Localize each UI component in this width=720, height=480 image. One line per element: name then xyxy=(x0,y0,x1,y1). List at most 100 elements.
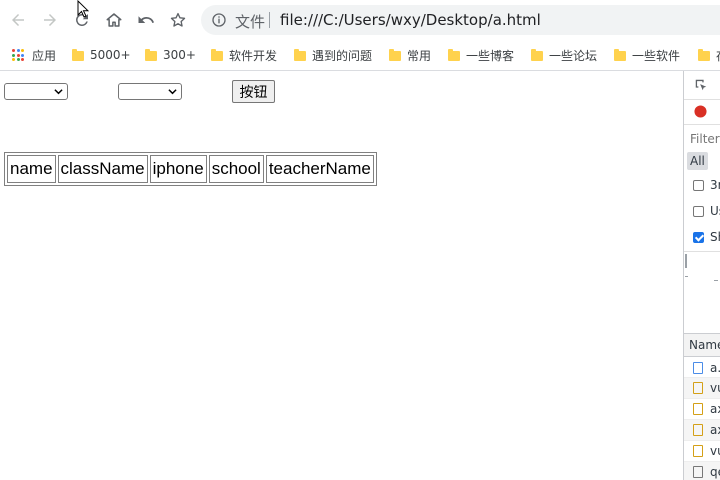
name-column-header[interactable]: Name xyxy=(684,333,720,357)
request-name: vu xyxy=(710,444,720,458)
table-header-row: name className iphone school teacherName xyxy=(7,155,374,183)
request-name: a. xyxy=(710,361,720,375)
request-name: ax xyxy=(710,423,720,437)
request-row[interactable]: vu xyxy=(684,378,720,399)
bookmark-label: 一些论坛 xyxy=(549,48,598,63)
type-filter-row: All xyxy=(684,151,720,173)
option-label: Sh xyxy=(710,230,720,244)
request-row[interactable]: ax xyxy=(684,399,720,420)
timeline-marker xyxy=(714,280,718,281)
arrow-right-icon xyxy=(44,14,56,26)
script-file-icon xyxy=(693,403,703,415)
request-name: qe xyxy=(710,465,720,479)
script-file-icon xyxy=(693,445,703,457)
bookmark-folder[interactable]: 300+ xyxy=(145,47,196,63)
request-row[interactable]: a. xyxy=(684,358,720,378)
inspect-element-icon[interactable] xyxy=(694,78,708,92)
bookmark-label: 5000+ xyxy=(90,48,131,62)
folder-icon xyxy=(698,49,710,61)
bookmark-label: 软件开发 xyxy=(229,48,278,63)
address-bar[interactable]: 文件 file:///C:/Users/wxy/Desktop/a.html xyxy=(201,5,720,35)
url-scheme-label: 文件 xyxy=(235,13,266,31)
option-checkbox[interactable] xyxy=(693,206,704,217)
devtools-panel: Filter All 3r Us Sh Name a. vu ax ax vu xyxy=(683,71,720,480)
bookmark-label: 应用 xyxy=(32,48,57,63)
folder-icon xyxy=(294,49,306,61)
folder-icon xyxy=(145,49,157,61)
action-button[interactable]: 按钮 xyxy=(232,80,275,103)
select-2[interactable] xyxy=(118,83,182,100)
home-button[interactable] xyxy=(102,8,126,32)
star-icon xyxy=(170,12,186,27)
record-row xyxy=(684,99,720,123)
select-1[interactable] xyxy=(4,83,68,100)
folder-icon xyxy=(211,49,223,61)
script-file-icon xyxy=(693,424,703,436)
column-header-iphone: iphone xyxy=(149,155,207,183)
filter-all-tab[interactable]: All xyxy=(687,152,708,170)
forward-button[interactable] xyxy=(38,8,62,32)
arrow-left-icon xyxy=(12,14,24,26)
name-header-label: Name xyxy=(689,338,720,352)
bookmark-folder[interactable]: 5000+ xyxy=(72,47,131,63)
bookmark-label: 存 xyxy=(716,47,720,64)
request-row[interactable]: ax xyxy=(684,420,720,441)
url-text[interactable]: file:///C:/Users/wxy/Desktop/a.html xyxy=(280,11,541,29)
bookmark-folder[interactable]: 软件开发 xyxy=(211,47,277,63)
option-label: 3r xyxy=(710,178,720,192)
chevron-down-icon xyxy=(168,89,177,95)
request-row[interactable]: vu xyxy=(684,441,720,462)
bookmark-folder[interactable]: 遇到的问题 xyxy=(294,47,372,63)
bookmark-folder[interactable]: 一些论坛 xyxy=(531,47,597,63)
timeline-marker xyxy=(685,254,687,268)
bookmark-apps[interactable]: 应用 xyxy=(12,47,56,63)
overview-timeline[interactable] xyxy=(684,251,720,333)
info-icon[interactable] xyxy=(211,12,227,28)
address-separator xyxy=(269,12,270,28)
request-name: ax xyxy=(710,402,720,416)
home-icon xyxy=(106,13,122,27)
chevron-down-icon xyxy=(54,89,63,95)
option-checkbox[interactable] xyxy=(693,180,704,191)
column-header-teachername: teacherName xyxy=(265,155,374,183)
bookmarks-bar: 应用 5000+ 300+ 软件开发 遇到的问题 常用 一些博客 一些论坛 一些… xyxy=(0,40,720,71)
request-name: vu xyxy=(710,381,720,395)
column-header-name: name xyxy=(7,155,56,183)
request-row[interactable]: qe xyxy=(684,462,720,480)
bookmark-label: 遇到的问题 xyxy=(312,48,373,63)
page-content: 按钮 name className iphone school teacherN… xyxy=(0,71,683,480)
folder-icon xyxy=(72,49,84,61)
filter-input[interactable]: Filter xyxy=(690,132,720,146)
record-icon[interactable] xyxy=(694,105,707,118)
mouse-cursor-icon xyxy=(77,0,89,18)
undo-icon xyxy=(138,16,155,23)
back-button[interactable] xyxy=(6,8,30,32)
folder-icon xyxy=(389,49,401,61)
folder-icon xyxy=(448,49,460,61)
bookmark-label: 一些博客 xyxy=(466,48,515,63)
filter-row: Filter xyxy=(684,124,720,152)
bookmark-folder[interactable]: 常用 xyxy=(389,47,431,63)
browser-toolbar: 文件 file:///C:/Users/wxy/Desktop/a.html xyxy=(0,0,720,40)
data-table: name className iphone school teacherName xyxy=(4,152,377,186)
option-checkbox-checked[interactable] xyxy=(693,232,704,243)
document-file-icon xyxy=(693,362,703,374)
column-header-classname: className xyxy=(57,155,148,183)
bookmark-star-button[interactable] xyxy=(166,8,190,32)
undo-button[interactable] xyxy=(134,8,158,32)
bookmark-folder[interactable]: 一些博客 xyxy=(448,47,514,63)
bookmark-folder[interactable]: 一些软件 xyxy=(614,47,680,63)
apps-icon xyxy=(12,49,24,61)
devtools-option: Us xyxy=(684,199,720,225)
folder-icon xyxy=(614,49,626,61)
bookmark-label: 一些软件 xyxy=(632,48,681,63)
timeline-marker xyxy=(685,276,688,277)
bookmark-folder[interactable]: 存 xyxy=(698,47,720,63)
devtools-option: Sh xyxy=(684,225,720,251)
column-header-school: school xyxy=(208,155,264,183)
plain-file-icon xyxy=(693,466,703,478)
script-file-icon xyxy=(693,382,703,394)
devtools-option: 3r xyxy=(684,173,720,199)
bookmark-label: 300+ xyxy=(163,48,196,62)
option-label: Us xyxy=(710,204,720,218)
